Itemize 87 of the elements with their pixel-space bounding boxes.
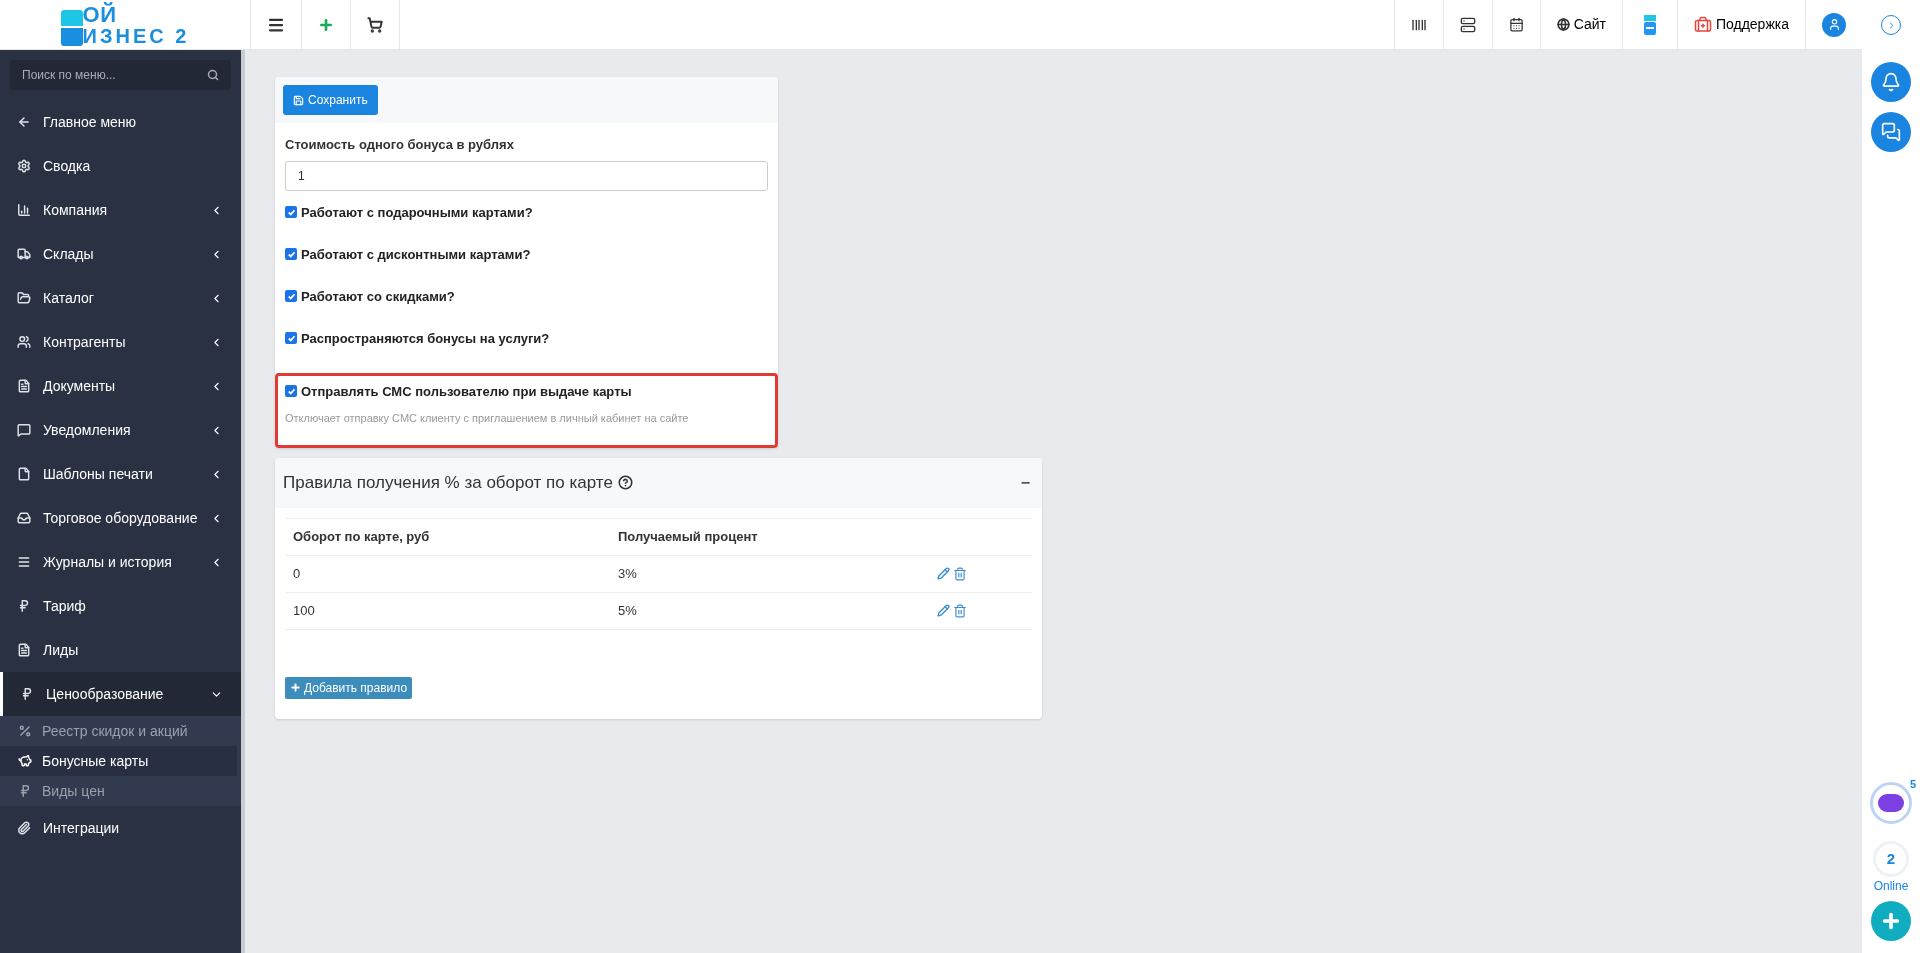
paperclip-icon <box>17 821 31 835</box>
sidebar-item[interactable]: Журналы и история <box>0 540 241 584</box>
checkbox[interactable] <box>285 206 297 219</box>
truck-icon <box>17 247 31 261</box>
edit-icon[interactable] <box>937 567 950 580</box>
edit-icon[interactable] <box>937 604 950 617</box>
support-link[interactable]: Поддержка <box>1715 14 1789 35</box>
sidebar-item[interactable]: Интеграции <box>0 806 241 850</box>
ruble-icon <box>17 599 31 613</box>
column-header: Получаемый процент <box>618 528 758 544</box>
sidebar-item[interactable]: Ценообразование <box>0 672 241 716</box>
sidebar-item[interactable]: Сводка <box>0 144 241 188</box>
globe-icon <box>1556 18 1570 31</box>
gear-icon <box>17 159 31 173</box>
app-icon[interactable] <box>1642 14 1657 35</box>
sidebar-item[interactable]: Контрагенты <box>0 320 241 364</box>
notifications-button[interactable] <box>1871 62 1911 102</box>
checkbox-label: Работают с подарочными картами? <box>301 203 533 222</box>
add-button[interactable] <box>1871 901 1911 941</box>
sidebar-item[interactable]: Документы <box>0 364 241 408</box>
checkbox-label: Работают с дисконтными картами? <box>301 245 531 264</box>
table-cell: 0 <box>293 565 301 581</box>
checkbox-label: Отправлять СМС пользователю при выдаче карты <box>301 382 632 401</box>
checkbox[interactable] <box>285 248 297 261</box>
list-icon <box>17 555 31 569</box>
sidebar-item[interactable]: Главное меню <box>0 100 241 144</box>
sidebar-item[interactable]: Торговое оборудование <box>0 496 241 540</box>
widget-button[interactable] <box>1870 782 1912 824</box>
sidebar-item[interactable]: Компания <box>0 188 241 232</box>
submenu-item[interactable]: Бонусные карты <box>0 746 237 776</box>
hint-text: Отключает отправку СМС клиенту с приглашением в личный кабинет на сайте <box>285 411 690 426</box>
table-cell: 3% <box>618 565 637 581</box>
checkbox-label: Работают со скидками? <box>301 287 455 306</box>
sidebar-item[interactable]: Каталог <box>0 276 241 320</box>
users-icon <box>17 335 31 349</box>
search-icon[interactable] <box>207 69 219 81</box>
help-icon[interactable] <box>617 475 633 490</box>
add-rule-button[interactable]: Добавить правило <box>285 676 413 699</box>
badge-count: 5 <box>1909 777 1916 792</box>
checkbox-label: Распространяются бонусы на услуги? <box>301 329 550 348</box>
field-label: Стоимость одного бонуса в рублях <box>285 136 515 154</box>
chat-bubbles-icon <box>1881 122 1901 142</box>
chat-button[interactable] <box>1871 112 1911 152</box>
bonus-cost-input[interactable]: 1 <box>285 160 768 191</box>
server-icon[interactable] <box>1459 16 1476 33</box>
user-avatar[interactable] <box>1822 12 1846 37</box>
online-counter: 2 <box>1873 841 1909 877</box>
document-icon <box>17 643 31 657</box>
checkbox[interactable] <box>285 332 297 345</box>
bell-icon <box>1881 72 1901 92</box>
trash-icon[interactable] <box>953 603 967 618</box>
sidebar-item[interactable]: Тариф <box>0 584 241 628</box>
plus-icon <box>290 682 301 693</box>
checkbox[interactable] <box>285 290 297 303</box>
trash-icon[interactable] <box>953 566 967 581</box>
first-aid-kit-icon <box>1693 15 1712 34</box>
sidebar-item[interactable]: Склады <box>0 232 241 276</box>
column-header: Оборот по карте, руб <box>293 528 430 544</box>
plus-icon[interactable] <box>318 16 334 33</box>
calendar-icon[interactable] <box>1508 17 1524 32</box>
card-title: Правила получения % за оборот по карте <box>283 471 613 494</box>
inbox-icon <box>17 511 31 525</box>
bar-chart-icon <box>17 203 31 217</box>
collapse-button[interactable]: − <box>1016 470 1034 495</box>
ruble-icon <box>20 687 34 701</box>
sidebar-item[interactable]: Лиды <box>0 628 241 672</box>
folder-icon <box>17 291 31 305</box>
ruble-icon <box>18 784 32 798</box>
user-icon <box>1827 18 1841 31</box>
save-button[interactable]: Сохранить <box>283 85 378 115</box>
cart-icon[interactable] <box>367 16 383 33</box>
sidebar-item[interactable]: Шаблоны печати <box>0 452 241 496</box>
table-cell: 100 <box>293 602 315 618</box>
piggy-bank-icon <box>18 754 32 768</box>
percent-icon <box>18 724 32 738</box>
menu-search-field[interactable]: Поиск по меню... <box>10 60 231 90</box>
table-cell: 5% <box>618 602 637 618</box>
site-link[interactable]: Сайт <box>1573 14 1606 35</box>
checkbox[interactable] <box>285 385 297 398</box>
sidebar-item[interactable]: Уведомления <box>0 408 241 452</box>
plus-icon <box>1880 910 1902 932</box>
file-icon <box>17 467 31 481</box>
document-icon <box>17 379 31 393</box>
online-label: Online <box>1873 878 1909 895</box>
submenu-item[interactable]: Виды цен <box>0 776 237 806</box>
submenu-item[interactable]: Реестр скидок и акций <box>0 716 237 746</box>
chat-icon <box>17 423 31 437</box>
